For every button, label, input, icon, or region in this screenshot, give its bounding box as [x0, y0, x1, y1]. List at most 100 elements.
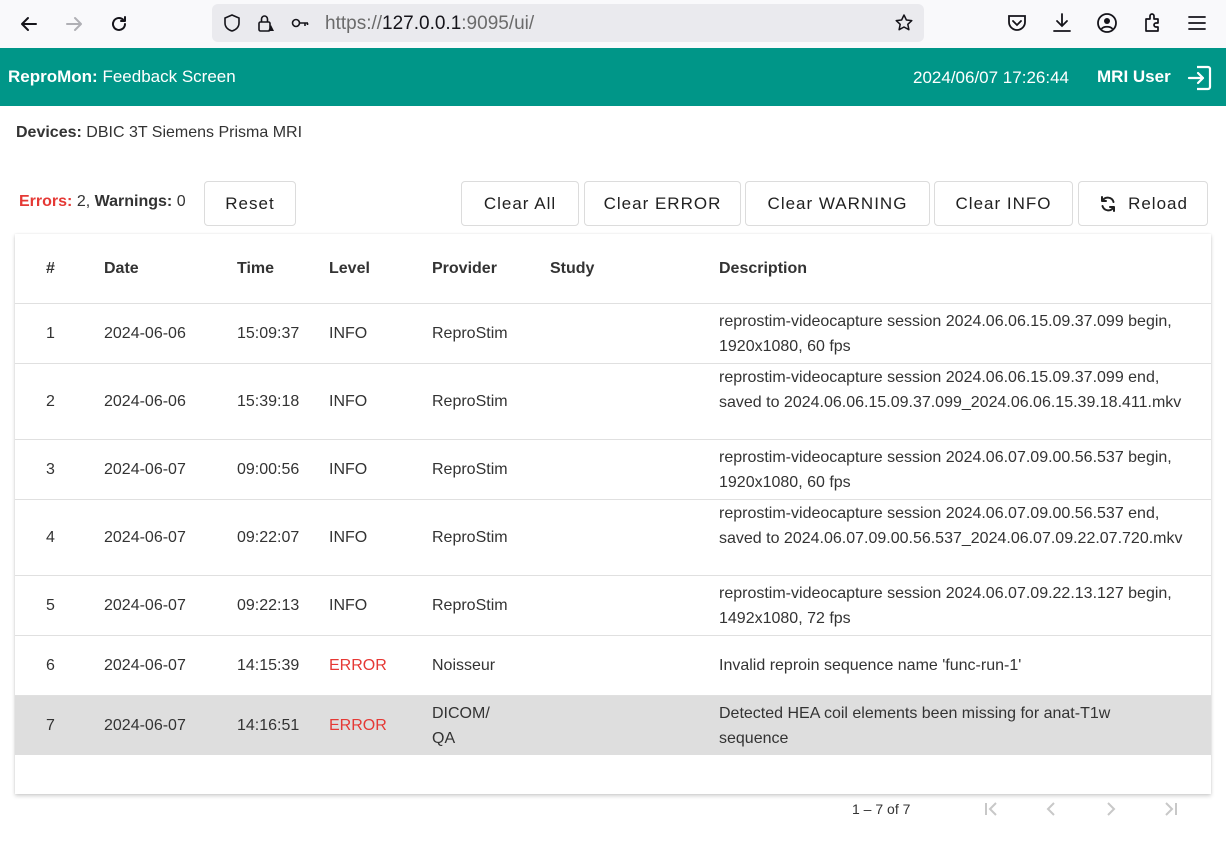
cell-date: 2024-06-07	[104, 529, 186, 546]
table-row[interactable]: 4 2024-06-07 09:22:07 INFO ReproStim rep…	[15, 499, 1211, 575]
cell-date: 2024-06-07	[104, 657, 186, 674]
table-row[interactable]: 7 2024-06-07 14:16:51 ERROR DICOM/ QA De…	[15, 695, 1211, 755]
warnings-label: Warnings:	[94, 193, 173, 210]
user-name[interactable]: MRI User	[1097, 67, 1171, 87]
header-study[interactable]: Study	[550, 260, 594, 278]
app-title: ReproMon: Feedback Screen	[8, 67, 236, 87]
counts-separator: ,	[85, 193, 91, 210]
cell-level: INFO	[329, 461, 368, 478]
cell-level: INFO	[329, 529, 368, 546]
devices-line: Devices: DBIC 3T Siemens Prisma MRI	[16, 124, 302, 142]
cell-level: INFO	[329, 597, 368, 614]
cell-date: 2024-06-06	[104, 393, 186, 410]
screen-title: Feedback Screen	[102, 67, 236, 86]
cell-num: 1	[46, 325, 55, 342]
cell-num: 6	[46, 657, 55, 674]
cell-date: 2024-06-07	[104, 717, 186, 734]
cell-num: 7	[46, 717, 55, 734]
reload-label: Reload	[1128, 193, 1188, 213]
app-brand: ReproMon:	[8, 67, 98, 86]
devices-label: Devices:	[16, 124, 82, 141]
cell-num: 5	[46, 597, 55, 614]
cell-date: 2024-06-07	[104, 597, 186, 614]
clear-warning-button[interactable]: Clear WARNING	[745, 181, 930, 226]
warnings-count: 0	[176, 193, 186, 210]
cell-provider: DICOM/ QA	[432, 705, 490, 747]
cell-description: Detected HEA coil elements been missing …	[719, 705, 1111, 747]
pagination-range: 1 – 7 of 7	[852, 801, 911, 817]
table-row[interactable]: 1 2024-06-06 15:09:37 INFO ReproStim rep…	[15, 303, 1211, 363]
logout-icon[interactable]	[1186, 64, 1214, 92]
cell-description: Invalid reproin sequence name 'func-run-…	[719, 657, 1022, 674]
errors-count: 2	[76, 193, 86, 210]
url-bar[interactable]: https://127.0.0.1:9095/ui/	[212, 4, 924, 42]
cell-provider: ReproStim	[432, 461, 508, 478]
cell-time: 14:16:51	[237, 717, 300, 734]
cell-provider: ReproStim	[432, 393, 508, 410]
datetime: 2024/06/07 17:26:44	[913, 68, 1069, 87]
cell-level: ERROR	[329, 657, 387, 674]
header-provider[interactable]: Provider	[432, 260, 497, 278]
cell-num: 2	[46, 393, 55, 410]
menu-icon[interactable]	[1185, 11, 1209, 35]
cell-time: 09:22:13	[237, 597, 300, 614]
first-page-icon[interactable]	[979, 797, 1003, 821]
table-row[interactable]: 6 2024-06-07 14:15:39 ERROR Noisseur Inv…	[15, 635, 1211, 695]
cell-provider: ReproStim	[432, 597, 508, 614]
cell-provider: ReproStim	[432, 529, 508, 546]
cell-level: ERROR	[329, 717, 387, 734]
header-num[interactable]: #	[46, 260, 55, 278]
next-page-icon[interactable]	[1099, 797, 1123, 821]
app-header: ReproMon: Feedback Screen 2024/06/07 17:…	[0, 48, 1226, 106]
browser-toolbar: https://127.0.0.1:9095/ui/	[0, 0, 1226, 48]
cell-time: 09:22:07	[237, 529, 300, 546]
key-icon[interactable]	[290, 13, 310, 33]
cell-level: INFO	[329, 393, 368, 410]
errors-label: Errors:	[19, 193, 73, 210]
cell-time: 14:15:39	[237, 657, 300, 674]
url-text: https://127.0.0.1:9095/ui/	[325, 13, 535, 34]
header-time[interactable]: Time	[237, 260, 274, 278]
table-row[interactable]: 2 2024-06-06 15:39:18 INFO ReproStim rep…	[15, 363, 1211, 439]
cell-level: INFO	[329, 325, 368, 342]
download-icon[interactable]	[1050, 11, 1074, 35]
reset-button[interactable]: Reset	[204, 181, 296, 226]
previous-page-icon[interactable]	[1039, 797, 1063, 821]
cell-provider: Noisseur	[432, 657, 496, 674]
lock-warning-icon[interactable]	[255, 13, 275, 33]
cell-time: 15:09:37	[237, 325, 300, 342]
cell-time: 09:00:56	[237, 461, 300, 478]
last-page-icon[interactable]	[1159, 797, 1183, 821]
forward-icon[interactable]	[59, 9, 89, 39]
cell-num: 4	[46, 529, 55, 546]
account-icon[interactable]	[1095, 11, 1119, 35]
pocket-icon[interactable]	[1005, 11, 1029, 35]
clear-all-button[interactable]: Clear All	[461, 181, 579, 226]
messages-table: # Date Time Level Provider Study Descrip…	[15, 234, 1211, 794]
header-date[interactable]: Date	[104, 260, 139, 278]
devices-value: DBIC 3T Siemens Prisma MRI	[86, 124, 303, 141]
clear-info-button[interactable]: Clear INFO	[934, 181, 1073, 226]
shield-icon[interactable]	[222, 13, 242, 33]
cell-num: 3	[46, 461, 55, 478]
cell-time: 15:39:18	[237, 393, 300, 410]
cell-date: 2024-06-06	[104, 325, 186, 342]
table-row[interactable]: 3 2024-06-07 09:00:56 INFO ReproStim rep…	[15, 439, 1211, 499]
extensions-icon[interactable]	[1141, 11, 1165, 35]
cell-description: reprostim-videocapture session 2024.06.0…	[719, 369, 1182, 411]
reload-page-icon[interactable]	[104, 9, 134, 39]
message-counts: Errors: 2, Warnings: 0	[19, 193, 186, 211]
cell-description: reprostim-videocapture session 2024.06.0…	[719, 585, 1172, 627]
reload-button[interactable]: Reload	[1078, 181, 1208, 226]
cell-provider: ReproStim	[432, 325, 508, 342]
refresh-icon	[1101, 195, 1116, 212]
clear-error-button[interactable]: Clear ERROR	[584, 181, 741, 226]
header-description[interactable]: Description	[719, 260, 807, 278]
cell-description: reprostim-videocapture session 2024.06.0…	[719, 449, 1172, 491]
bookmark-star-icon[interactable]	[894, 13, 914, 33]
back-icon[interactable]	[14, 9, 44, 39]
table-row[interactable]: 5 2024-06-07 09:22:13 INFO ReproStim rep…	[15, 575, 1211, 635]
cell-description: reprostim-videocapture session 2024.06.0…	[719, 313, 1172, 355]
header-level[interactable]: Level	[329, 260, 370, 278]
cell-date: 2024-06-07	[104, 461, 186, 478]
